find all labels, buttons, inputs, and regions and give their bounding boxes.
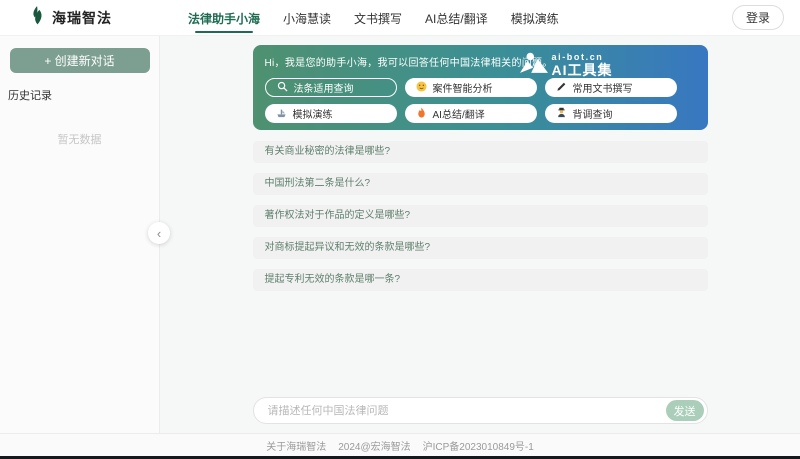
quick-action-grid: 法条适用查询 案件智能分析: [265, 78, 696, 123]
nav-tab-smart-reading[interactable]: 小海慧读: [281, 0, 333, 36]
quick-action-case-analysis[interactable]: 案件智能分析: [405, 78, 537, 97]
top-navbar: 海瑞智法 法律助手小海 小海慧读 文书撰写 AI总结/翻译 模拟演练 登录: [0, 0, 800, 36]
nav-tab-ai-summary[interactable]: AI总结/翻译: [423, 0, 490, 36]
watermark-name-text: AI工具集: [552, 63, 613, 78]
chat-content: Hi，我是您的助手小海，我可以回答任何中国法律相关的问题。 ai-bot.cn …: [253, 36, 708, 433]
assistant-greeting: Hi，我是您的助手小海，我可以回答任何中国法律相关的问题。: [265, 54, 696, 69]
question-input[interactable]: [254, 405, 666, 417]
quick-action-ai-summary[interactable]: AI总结/翻译: [405, 104, 537, 123]
main-area: Hi，我是您的助手小海，我可以回答任何中国法律相关的问题。 ai-bot.cn …: [160, 36, 800, 433]
new-chat-button[interactable]: + 创建新对话: [10, 48, 150, 73]
footer-copyright: 2024@宏海智法: [338, 438, 410, 453]
welcome-banner: Hi，我是您的助手小海，我可以回答任何中国法律相关的问题。 ai-bot.cn …: [253, 45, 708, 130]
brand-logo[interactable]: 海瑞智法: [30, 6, 162, 30]
quick-action-mock-practice[interactable]: 模拟演练: [265, 104, 397, 123]
body-area: + 创建新对话 历史记录 暂无数据 ‹ Hi，我是您的助手小海，我可以回答任何中…: [0, 36, 800, 433]
history-label: 历史记录: [8, 87, 159, 103]
nav-tab-document-writing[interactable]: 文书撰写: [352, 0, 404, 36]
magnifier-icon: [277, 81, 288, 95]
quick-action-background-check[interactable]: 背调查询: [545, 104, 677, 123]
quick-action-law-search[interactable]: 法条适用查询: [265, 78, 397, 97]
pencil-icon: [556, 81, 567, 95]
suggested-question[interactable]: 有关商业秘密的法律是哪些?: [253, 141, 708, 163]
login-button[interactable]: 登录: [732, 5, 784, 30]
main-nav: 法律助手小海 小海慧读 文书撰写 AI总结/翻译 模拟演练: [186, 0, 561, 36]
history-empty-text: 暂无数据: [0, 131, 159, 147]
suggested-question[interactable]: 著作权法对于作品的定义是哪些?: [253, 205, 708, 227]
suggested-questions: 有关商业秘密的法律是哪些? 中国刑法第二条是什么? 著作权法对于作品的定义是哪些…: [253, 141, 708, 291]
sidebar-collapse-button[interactable]: ‹: [148, 222, 170, 244]
app-window: 海瑞智法 法律助手小海 小海慧读 文书撰写 AI总结/翻译 模拟演练 登录 + …: [0, 0, 800, 459]
suggested-question[interactable]: 中国刑法第二条是什么?: [253, 173, 708, 195]
send-button[interactable]: 发送: [666, 400, 704, 421]
leaf-logo-icon: [30, 6, 45, 30]
ai-bot-watermark: ai-bot.cn AI工具集: [520, 52, 613, 80]
suggested-question[interactable]: 对商标提起异议和无效的条款是哪些?: [253, 237, 708, 259]
message-composer: 发送: [253, 397, 708, 424]
brand-name: 海瑞智法: [52, 8, 112, 28]
footer-about-link[interactable]: 关于海瑞智法: [266, 438, 326, 453]
quick-action-doc-writing[interactable]: 常用文书撰写: [545, 78, 677, 97]
page-footer: 关于海瑞智法 2024@宏海智法 沪ICP备2023010849号-1: [0, 433, 800, 456]
ai-bot-logo-icon: [520, 52, 548, 80]
chevron-left-icon: ‹: [157, 227, 161, 240]
suggested-question[interactable]: 提起专利无效的条款是哪一条?: [253, 269, 708, 291]
ship-icon: [276, 107, 287, 121]
nav-tab-legal-assistant[interactable]: 法律助手小海: [186, 0, 262, 36]
flame-icon: [416, 107, 427, 121]
smiley-icon: [416, 81, 427, 95]
footer-icp-link[interactable]: 沪ICP备2023010849号-1: [423, 438, 534, 453]
nav-tab-mock-practice[interactable]: 模拟演练: [509, 0, 561, 36]
detective-icon: [556, 107, 567, 121]
conversation-sidebar: + 创建新对话 历史记录 暂无数据 ‹: [0, 36, 160, 433]
